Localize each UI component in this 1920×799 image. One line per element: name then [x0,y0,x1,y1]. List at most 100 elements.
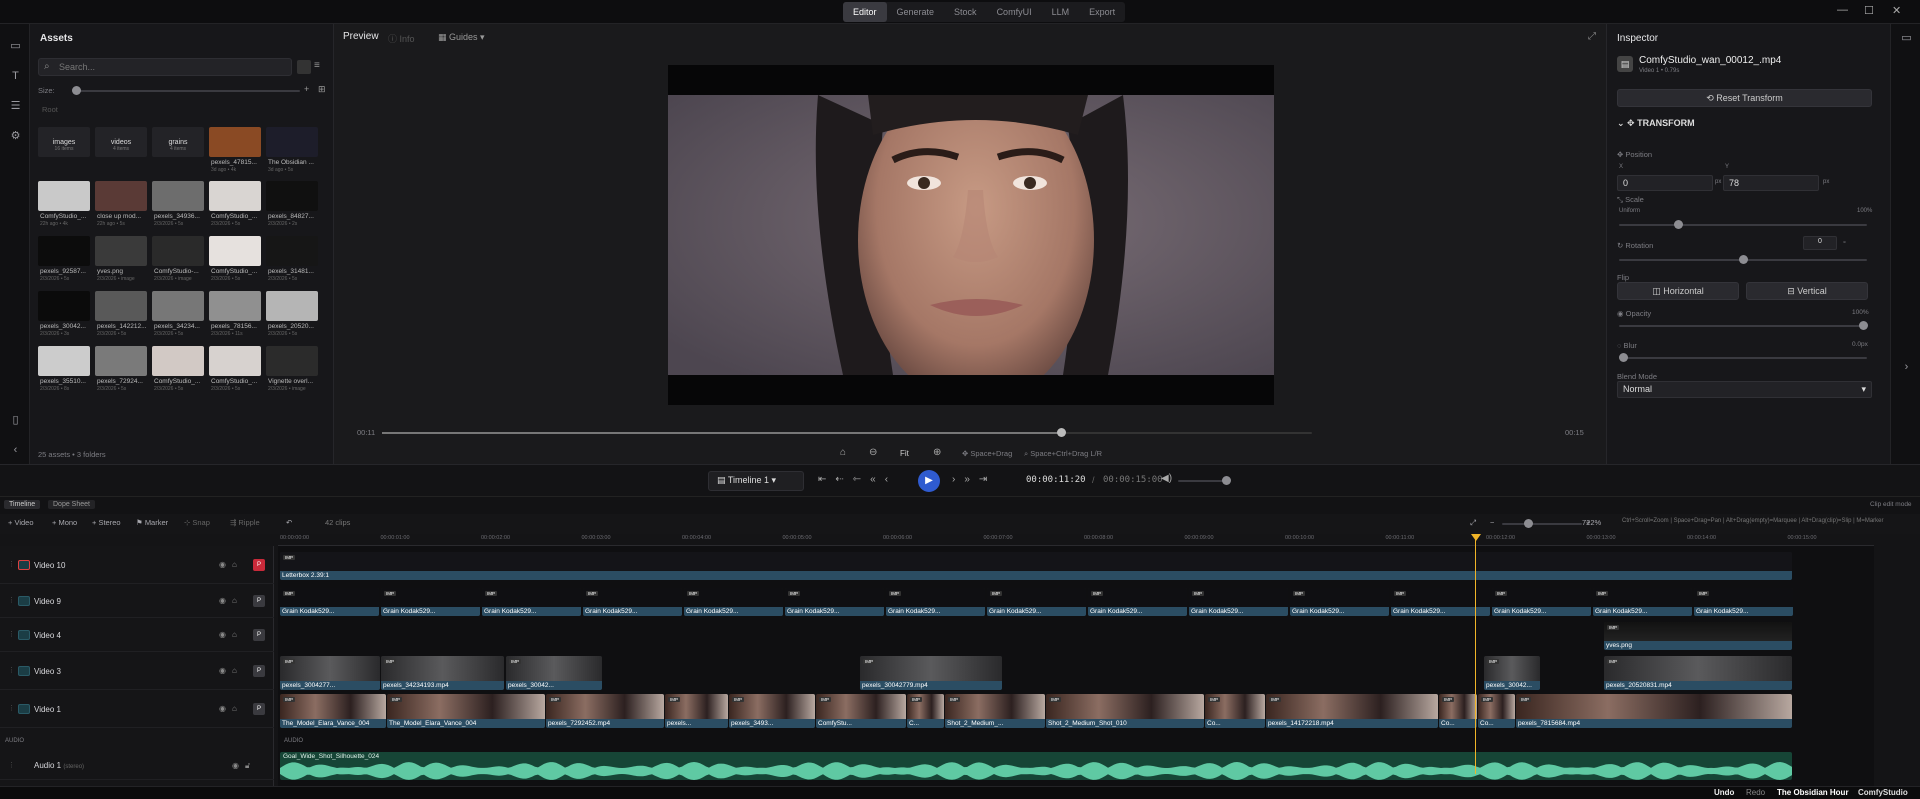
timeline-clip[interactable]: IMP yves.png [1604,622,1792,650]
timeline-clip[interactable]: IMP Grain Kodak529... [482,588,581,616]
parent-track-badge[interactable]: P [253,665,265,677]
time-ruler[interactable]: 00:00:00:00 00:00:01:00 00:00:02:00 00:00:0… [278,534,1874,546]
collapse-right-icon[interactable]: › [1900,361,1913,374]
folder-grains[interactable]: grains 4 items [152,127,204,157]
undo-button[interactable]: Undo [1714,788,1734,797]
timeline-clip[interactable]: IMP Grain Kodak529... [381,588,480,616]
zoom-out-icon[interactable]: ⊖ [869,447,877,458]
timeline-clip[interactable]: IMP C... [907,694,944,728]
asset-tile[interactable]: pexels_72924... 2/3/2026 • 5s [95,346,147,408]
timeline-clip[interactable]: IMP The_Model_Elara_Vance_004 [280,694,386,728]
asset-tile[interactable]: close up mod... 22h ago • 5s [95,181,147,243]
sliders-icon[interactable]: ☰ [9,100,22,113]
timeline-clip[interactable]: IMP Co... [1478,694,1515,728]
timeline-clip[interactable]: IMP Shot_2_Medium_... [945,694,1045,728]
asset-tile[interactable]: ComfyStudio_... 2/3/2026 • 5s [209,181,261,243]
timeline-clip[interactable]: IMP Grain Kodak529... [684,588,783,616]
play-button[interactable]: ▶ [918,470,940,492]
timeline-clip[interactable]: IMP pexels_30042779.mp4 [860,656,1002,690]
folder-icon[interactable]: ▭ [9,40,22,53]
lock-icon[interactable]: ⌂ [232,630,237,639]
fit-button[interactable]: Fit [900,449,909,458]
add-mono-track-button[interactable]: + Mono [52,518,77,527]
text-tool-icon[interactable]: T [9,70,22,83]
tab-generate[interactable]: Generate [887,2,945,22]
drag-handle-icon[interactable]: ⋮ [8,704,15,712]
asset-tile[interactable]: ComfyStudio_... 22h ago • 4k [38,181,90,243]
track-header-video-4[interactable]: ⋮ Video 4 ◉ ⌂ P [0,618,274,652]
go-start-icon[interactable]: ⇤ [818,474,835,485]
fast-forward-icon[interactable]: » [964,474,979,485]
timeline-zoom-slider[interactable] [1502,519,1582,528]
ripple-button[interactable]: ⇶ Ripple [230,518,260,527]
fullscreen-icon[interactable]: ⤢ [1588,31,1596,42]
position-x-field[interactable]: 0 [1617,175,1713,191]
timeline-clip[interactable]: IMP Grain Kodak529... [886,588,985,616]
asset-tile[interactable]: ComfyStudio-... 2/3/2026 • image [152,236,204,298]
rotation-slider[interactable] [1619,255,1867,264]
step-forward-icon[interactable]: › [952,474,964,485]
snap-button[interactable]: ⊹ Snap [184,518,210,527]
timeline-clip[interactable]: IMP ComfyStu... [816,694,906,728]
playhead[interactable] [1475,534,1476,774]
audio-clip[interactable]: Goal_Wide_Shot_Silhouette_024 [280,752,1792,780]
timeline-clip[interactable]: IMP Grain Kodak529... [1492,588,1591,616]
asset-tile[interactable]: pexels_34234... 2/3/2026 • 5s [152,291,204,353]
prev-marker-icon[interactable]: ⇠ [835,474,852,485]
timeline-clip[interactable]: IMP pexels_30042... [506,656,602,690]
timeline-clip[interactable]: IMP Co... [1205,694,1265,728]
list-view-icon[interactable]: ≡ [314,60,328,74]
lock-icon[interactable]: ⌂ [232,560,237,569]
timeline-clip[interactable]: IMP pexels_20520831.mp4 [1604,656,1792,690]
transform-section-header[interactable]: ⌄ ✥ TRANSFORM [1617,118,1695,129]
scale-slider[interactable] [1619,220,1867,229]
volume-icon[interactable]: ◀) [1161,473,1172,484]
flip-vertical-button[interactable]: ⊟ Vertical [1746,282,1868,300]
undo-icon[interactable]: ↶ [286,518,292,527]
tab-stock[interactable]: Stock [944,2,987,22]
timeline-clip[interactable]: IMP Grain Kodak529... [785,588,884,616]
preview-frame[interactable] [668,65,1274,405]
timeline-clip[interactable]: IMP pexels_3004277... [280,656,380,690]
asset-tile[interactable]: pexels_31481... 2/3/2026 • 5s [266,236,318,298]
settings-icon[interactable]: ⚙ [9,130,22,143]
asset-tile[interactable]: pexels_84827... 2/3/2026 • 2s [266,181,318,243]
parent-track-badge[interactable]: P [253,629,265,641]
new-folder-icon[interactable]: ⊞ [318,84,326,95]
timeline-zoom-out-icon[interactable]: − [1490,518,1494,527]
guides-dropdown[interactable]: ▦ Guides ▾ [438,32,485,43]
zoom-in-icon[interactable]: ⊕ [933,447,941,458]
thumbnail-size-slider[interactable] [72,86,300,95]
timeline-clip[interactable]: IMP pexels_14172218.mp4 [1266,694,1438,728]
rotation-field[interactable]: 0 [1803,236,1837,250]
tab-timeline[interactable]: Timeline [4,500,41,509]
asset-tile[interactable]: pexels_35510... 2/3/2026 • 8s [38,346,90,408]
position-y-field[interactable]: 78 [1723,175,1819,191]
asset-tile[interactable]: pexels_142212... 2/3/2026 • 5s [95,291,147,353]
marker-button[interactable]: ⚑ Marker [136,518,168,527]
timeline-select[interactable]: ▤ Timeline 1 ▾ [708,471,804,491]
reset-transform-button[interactable]: ⟲ Reset Transform [1617,89,1872,107]
track-header-video-1[interactable]: ⋮ Video 1 ◉ ⌂ P [0,690,274,728]
tab-comfyui[interactable]: ComfyUI [987,2,1042,22]
asset-tile[interactable]: ComfyStudio_... 2/3/2026 • 5s [152,346,204,408]
timeline-clip[interactable]: IMP Grain Kodak529... [583,588,682,616]
lock-icon[interactable]: ⌂ [232,704,237,713]
lock-icon[interactable]: ⌂ [232,596,237,605]
timeline-clip[interactable]: IMP Grain Kodak529... [987,588,1086,616]
timeline-clip[interactable]: IMP Grain Kodak529... [1189,588,1288,616]
visibility-icon[interactable]: ◉ [219,704,226,713]
visibility-icon[interactable]: ◉ [219,596,226,605]
home-icon[interactable]: ⌂ [840,447,846,458]
audio-lock-icon[interactable]: 🔓︎ [245,761,250,771]
blend-mode-select[interactable]: Normal ▾ [1617,381,1872,398]
track-header-audio-1[interactable]: ⋮ Audio 1 (stereo) ◉ 🔓︎ [0,752,274,780]
asset-search-input[interactable]: ⌕ Search... [38,58,292,76]
drag-handle-icon[interactable]: ⋮ [8,560,15,568]
drag-handle-icon[interactable]: ⋮ [8,761,15,769]
timeline-clip[interactable]: IMP Grain Kodak529... [1088,588,1187,616]
folder-videos[interactable]: videos 4 items [95,127,147,157]
timeline-clip[interactable]: IMP The_Model_Elara_Vance_004 [387,694,545,728]
timeline-clip[interactable]: IMP Co... [1439,694,1477,728]
timeline-clip[interactable]: IMP pexels_7292452.mp4 [546,694,664,728]
